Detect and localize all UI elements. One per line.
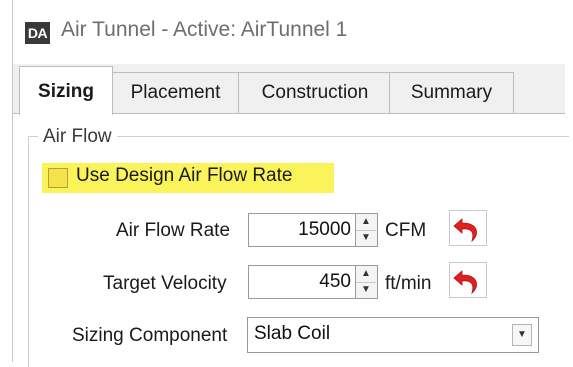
target-velocity-label: Target Velocity	[103, 273, 227, 294]
chevron-down-icon[interactable]: ▼	[356, 230, 376, 246]
air-flow-group-legend: Air Flow	[38, 126, 117, 148]
air-flow-rate-reset-button[interactable]	[449, 210, 487, 246]
undo-arrow-icon	[453, 270, 477, 295]
target-velocity-unit: ft/min	[385, 273, 432, 294]
chevron-up-icon[interactable]: ▲	[356, 266, 376, 283]
tab-placement[interactable]: Placement	[110, 72, 241, 113]
tab-sizing[interactable]: Sizing	[19, 66, 113, 115]
air-flow-rate-unit: CFM	[385, 220, 427, 241]
app-icon: DA	[25, 22, 50, 44]
window-title: Air Tunnel - Active: AirTunnel 1	[61, 18, 348, 41]
sizing-component-value: Slab Coil	[254, 323, 331, 344]
sizing-component-select[interactable]: Slab Coil ▼	[247, 317, 539, 353]
target-velocity-input[interactable]: 450	[248, 265, 356, 299]
dropdown-arrow-icon[interactable]: ▼	[512, 324, 532, 346]
title-bar: DA Air Tunnel - Active: AirTunnel 1	[13, 0, 565, 64]
air-flow-rate-stepper[interactable]: ▲ ▼	[356, 213, 378, 247]
undo-arrow-icon	[453, 218, 477, 243]
chevron-up-icon[interactable]: ▲	[356, 214, 376, 231]
target-velocity-reset-button[interactable]	[449, 262, 487, 298]
use-design-air-flow-checkbox[interactable]	[48, 168, 68, 188]
air-flow-rate-label: Air Flow Rate	[116, 220, 231, 241]
target-velocity-stepper[interactable]: ▲ ▼	[356, 265, 378, 299]
tab-strip: Sizing Placement Construction Summary	[13, 64, 565, 115]
tab-construction[interactable]: Construction	[238, 72, 392, 113]
air-flow-rate-input[interactable]: 15000	[248, 213, 356, 247]
chevron-down-icon[interactable]: ▼	[356, 282, 376, 298]
use-design-air-flow-label[interactable]: Use Design Air Flow Rate	[76, 165, 292, 187]
tab-summary[interactable]: Summary	[389, 72, 514, 113]
sizing-component-label: Sizing Component	[72, 325, 228, 346]
